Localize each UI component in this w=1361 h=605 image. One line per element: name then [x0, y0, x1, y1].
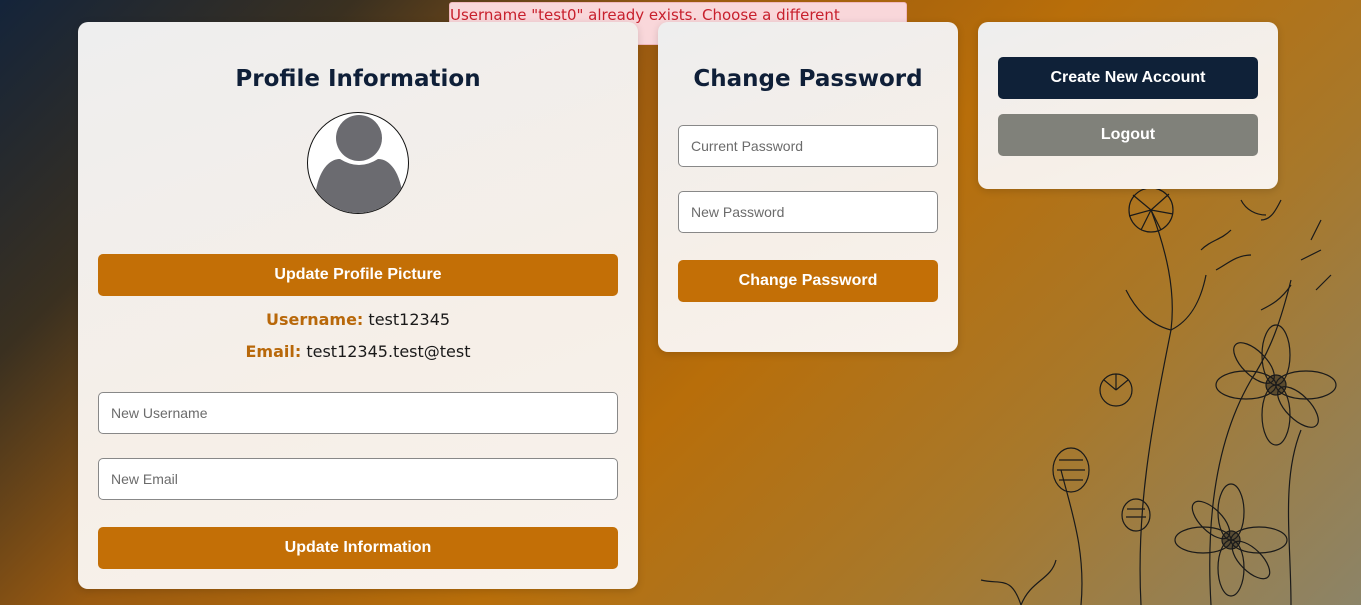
new-password-input[interactable]	[678, 191, 938, 233]
floral-decoration	[980, 187, 1337, 605]
change-password-card: Change Password Change Password	[658, 22, 958, 352]
email-label: Email:	[245, 342, 302, 361]
profile-title: Profile Information	[235, 66, 481, 92]
account-actions-card: Create New Account Logout	[978, 22, 1278, 189]
current-password-input[interactable]	[678, 125, 938, 167]
username-label: Username:	[265, 310, 364, 329]
user-avatar-icon	[314, 115, 404, 213]
new-username-input[interactable]	[98, 392, 618, 434]
username-info: Username: test12345	[78, 310, 638, 329]
update-information-button[interactable]: Update Information	[98, 527, 618, 569]
change-password-button[interactable]: Change Password	[678, 260, 938, 302]
email-info: Email: test12345.test@test	[78, 342, 638, 361]
email-value: test12345.test@test	[306, 342, 471, 361]
change-password-title: Change Password	[693, 66, 923, 92]
profile-card: Profile Information Update Profile Pictu…	[78, 22, 638, 589]
logout-button[interactable]: Logout	[998, 114, 1258, 156]
username-value: test12345	[368, 310, 451, 329]
create-new-account-button[interactable]: Create New Account	[998, 57, 1258, 99]
update-profile-picture-button[interactable]: Update Profile Picture	[98, 254, 618, 296]
new-email-input[interactable]	[98, 458, 618, 500]
avatar	[307, 112, 409, 214]
